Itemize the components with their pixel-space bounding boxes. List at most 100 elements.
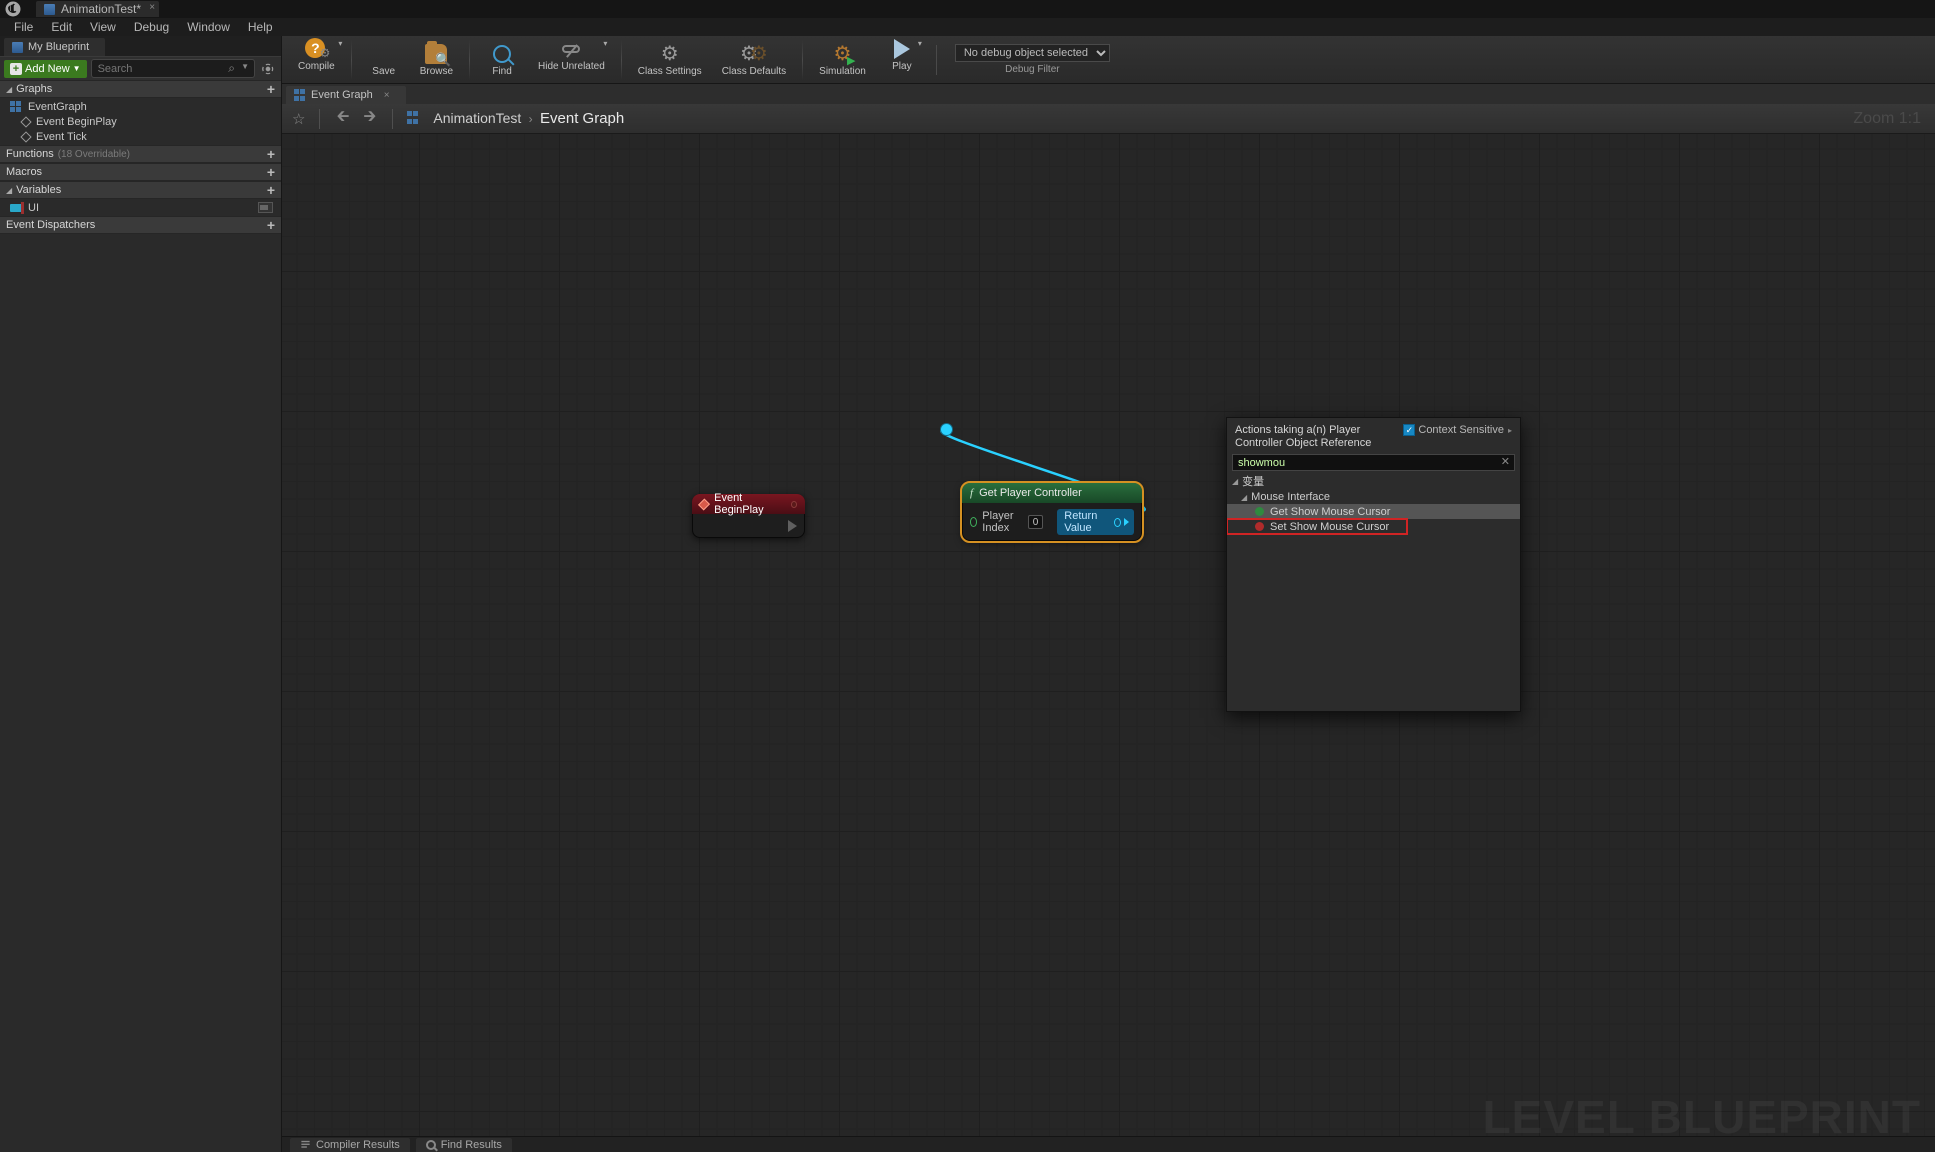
section-note: (18 Overridable) [58,149,130,160]
menu-file[interactable]: File [6,18,41,36]
function-icon: f [970,487,973,499]
status-bar: Compiler Results Find Results [282,1136,1935,1152]
menu-help[interactable]: Help [240,18,281,36]
tree-label: Event Tick [36,131,87,143]
breadcrumb-root[interactable]: AnimationTest [433,110,521,126]
close-icon[interactable]: × [384,90,390,101]
panel-tab-label: My Blueprint [28,41,89,53]
breadcrumb-leaf[interactable]: Event Graph [540,110,624,127]
variable-type-icon[interactable] [258,202,273,213]
section-event-dispatchers[interactable]: Event Dispatchers + [0,216,281,234]
pin-player-index[interactable]: Player Index 0 [970,510,1043,534]
simulation-button[interactable]: ⚙▶ Simulation [811,38,874,82]
section-variables[interactable]: ◢Variables + [0,181,281,199]
nav-back-icon[interactable]: 🡰 [334,105,351,132]
zoom-indicator: Zoom 1:1 [1853,110,1921,128]
titlebar: AnimationTest* × [0,0,1935,18]
find-button[interactable]: Find [478,38,526,82]
pin-label: Return Value [1064,510,1109,534]
context-item-label: Set Show Mouse Cursor [1270,521,1389,533]
node-title: Get Player Controller [979,487,1082,499]
variable-item-ui[interactable]: UI [0,200,281,215]
add-icon[interactable]: + [267,81,275,97]
graph-breadcrumb-bar: ☆ 🡰 🡲 AnimationTest › Event Graph Zoom 1… [282,104,1935,134]
class-defaults-button[interactable]: ⚙⚙ Class Defaults [714,38,794,82]
window-tab[interactable]: AnimationTest* × [36,1,159,17]
checkbox-checked-icon[interactable]: ✓ [1403,424,1415,436]
clear-icon[interactable]: ✕ [1501,455,1510,468]
settings-icon[interactable] [259,60,277,78]
settings-icon: ⚙ [661,43,679,65]
status-tab-label: Find Results [441,1139,502,1151]
menubar: File Edit View Debug Window Help [0,18,1935,36]
event-icon [20,116,31,127]
plus-icon: + [10,63,22,75]
exec-out-pin[interactable] [788,520,797,532]
context-item-label: Get Show Mouse Cursor [1270,506,1390,518]
my-blueprint-panel: My Blueprint + Add New ▼ ⌕ ▼ ◢Graphs + [0,36,282,1152]
tree-item-event-tick[interactable]: Event Tick [0,129,281,144]
tab-find-results[interactable]: Find Results [416,1138,512,1152]
tab-compiler-results[interactable]: Compiler Results [290,1138,410,1152]
section-graphs[interactable]: ◢Graphs + [0,80,281,98]
compile-icon: ?⚙ [302,38,330,60]
pin-return-value[interactable]: Return Value [1057,509,1134,535]
class-settings-button[interactable]: ⚙ Class Settings [630,38,710,82]
section-functions[interactable]: Functions(18 Overridable) + [0,145,281,163]
context-item-set-show-mouse-cursor[interactable]: Set Show Mouse Cursor [1227,519,1407,534]
tree-item-event-beginplay[interactable]: Event BeginPlay [0,114,281,129]
node-get-player-controller[interactable]: f Get Player Controller Player Index 0 R… [962,483,1142,541]
play-button[interactable]: Play ▾ [878,38,926,82]
graph-icon [10,101,22,113]
defaults-icon: ⚙⚙ [740,43,768,65]
context-search-input[interactable] [1232,454,1515,471]
list-icon [300,1139,311,1150]
graph-icon [294,89,306,101]
context-sensitive-label: Context Sensitive [1418,424,1504,436]
close-icon[interactable]: × [149,2,155,13]
context-category-variable[interactable]: ◢变量 [1227,472,1520,490]
add-icon[interactable]: + [267,146,275,162]
hide-unrelated-button[interactable]: Hide Unrelated ▾ [530,38,613,82]
search-icon: ⌕ [228,61,235,76]
simulation-icon: ⚙▶ [834,43,852,65]
section-macros[interactable]: Macros + [0,163,281,181]
panel-search[interactable]: ⌕ ▼ [91,59,255,78]
panel-tab-my-blueprint[interactable]: My Blueprint [4,38,105,56]
tab-event-graph[interactable]: Event Graph × [286,86,406,104]
context-item-get-show-mouse-cursor[interactable]: Get Show Mouse Cursor [1227,504,1520,519]
node-status-icon [791,501,797,508]
event-icon [20,131,31,142]
graph-tabs: Event Graph × [282,84,1935,104]
favorite-icon[interactable]: ☆ [292,110,305,128]
menu-view[interactable]: View [82,18,124,36]
menu-debug[interactable]: Debug [126,18,177,36]
browse-button[interactable]: 🔍 Browse [412,38,461,82]
context-category-mouse-interface[interactable]: ◢Mouse Interface [1227,490,1520,504]
add-icon[interactable]: + [267,217,275,233]
blueprint-icon [44,4,55,15]
category-label: 变量 [1242,473,1264,489]
chevron-down-icon[interactable]: ▼ [241,62,249,71]
add-icon[interactable]: + [267,164,275,180]
tree-item-eventgraph[interactable]: EventGraph [0,99,281,114]
add-icon[interactable]: + [267,182,275,198]
nav-forward-icon[interactable]: 🡲 [361,105,378,132]
section-label: Variables [16,184,61,196]
category-label: Mouse Interface [1251,491,1330,503]
pin-value[interactable]: 0 [1028,515,1044,529]
debug-object-select[interactable]: No debug object selected [955,44,1110,62]
menu-window[interactable]: Window [179,18,238,36]
status-tab-label: Compiler Results [316,1139,400,1151]
getter-icon [1255,507,1264,516]
context-sensitive-toggle[interactable]: ✓ Context Sensitive ▸ [1403,424,1512,436]
menu-edit[interactable]: Edit [43,18,80,36]
tab-label: Event Graph [311,89,373,101]
graph-canvas[interactable]: LEVEL BLUEPRINT Event BeginPlay [282,134,1935,1152]
toolbar-label: Find [492,66,511,77]
save-button[interactable]: Save [360,38,408,82]
compile-button[interactable]: ?⚙ Compile ▾ [290,38,343,82]
setter-icon [1255,522,1264,531]
add-new-button[interactable]: + Add New ▼ [4,60,87,78]
node-event-beginplay[interactable]: Event BeginPlay [692,494,805,538]
